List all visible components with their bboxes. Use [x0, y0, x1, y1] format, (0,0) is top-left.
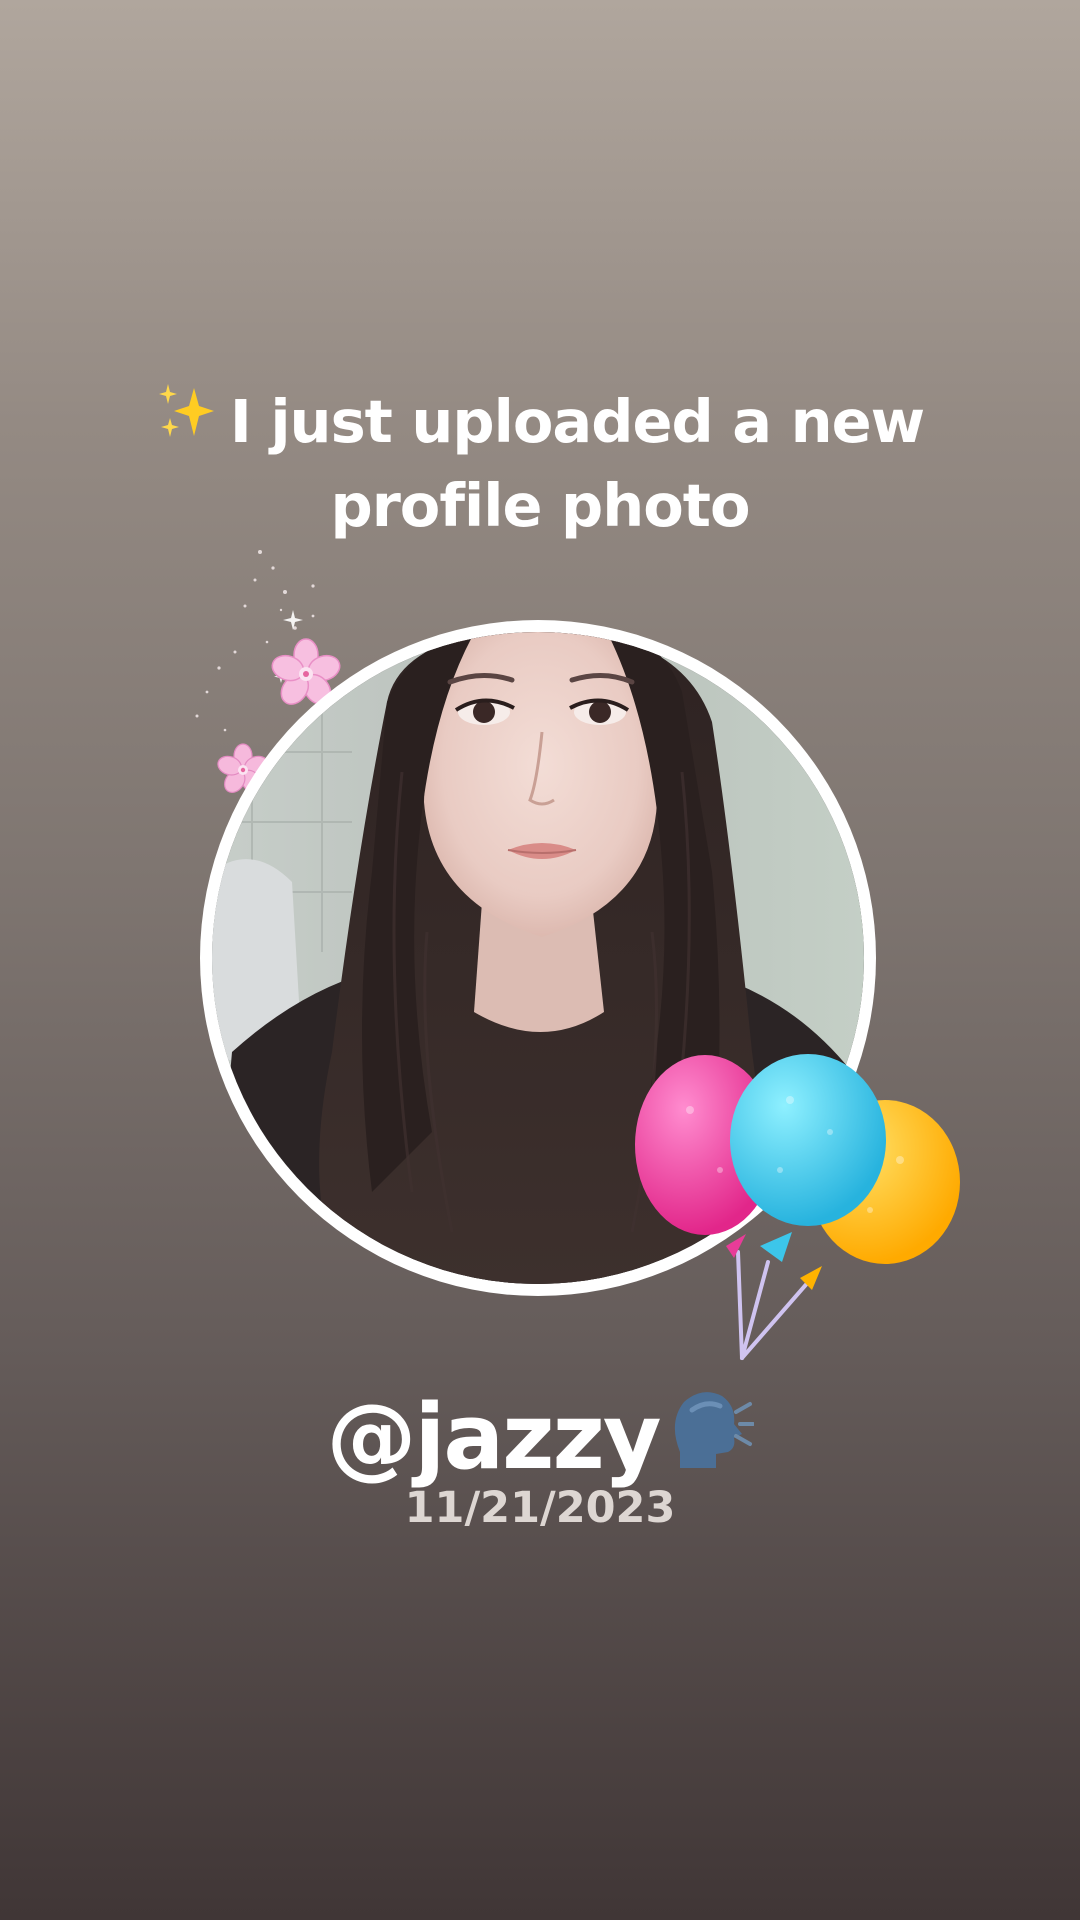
sparkles-icon [156, 378, 216, 462]
headline: I just uploaded a new profile photo [0, 378, 1080, 548]
balloons-icon [635, 1054, 960, 1360]
headline-line1: I just uploaded a new [229, 387, 925, 456]
username-text: @jazzy [326, 1385, 661, 1490]
headline-line2: profile photo [330, 471, 750, 540]
upload-date: 11/21/2023 [404, 1483, 676, 1533]
